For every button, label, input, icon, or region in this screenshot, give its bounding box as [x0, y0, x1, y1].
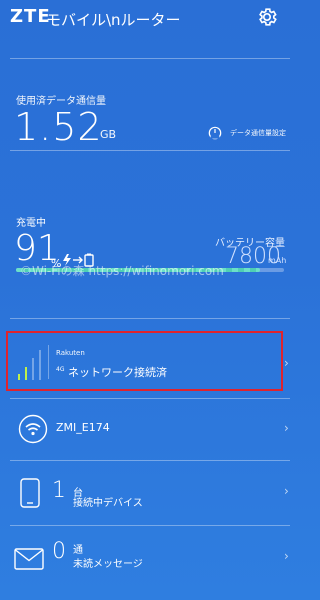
network-divider: [48, 345, 49, 379]
usage-settings-link[interactable]: データ通信量設定: [230, 128, 286, 138]
messages-label: 未読メッセージ: [73, 559, 143, 570]
brand-logo: ZTE: [10, 6, 51, 27]
usage-unit: GB: [100, 128, 117, 141]
message-count: 0: [52, 539, 66, 564]
divider: [10, 398, 290, 399]
wifi-ssid: ZMI_E174: [56, 421, 110, 434]
capacity-unit: mAh: [268, 256, 287, 265]
usage-value: 1.52: [14, 105, 103, 149]
carrier-name: Rakuten: [56, 349, 85, 357]
watermark: ©Wi-Fiの森 https://wifinomori.com: [20, 264, 224, 278]
network-status: ネットワーク接続済: [68, 366, 167, 379]
divider: [10, 150, 290, 151]
divider: [10, 460, 290, 461]
devices-label: 接続中デバイス: [73, 498, 143, 509]
gear-icon[interactable]: [256, 6, 278, 28]
wifi-icon: [18, 414, 48, 444]
divider: [10, 525, 290, 526]
gauge-icon[interactable]: [208, 126, 222, 140]
mail-icon: [14, 548, 44, 570]
phone-icon: [20, 478, 40, 508]
message-unit: 通: [73, 545, 83, 556]
signal-icon: [18, 350, 41, 380]
app-title: モバイル\nルーター: [46, 11, 181, 29]
wifi-row[interactable]: ZMI_E174 ›: [0, 400, 300, 455]
chevron-right-icon[interactable]: ›: [284, 549, 289, 563]
charging-label: 充電中: [16, 218, 46, 229]
app-header: ZTE モバイル\nルーター: [0, 0, 300, 40]
network-type: 4G: [56, 366, 65, 373]
chevron-right-icon[interactable]: ›: [284, 421, 289, 435]
chevron-right-icon[interactable]: ›: [284, 356, 289, 370]
divider: [10, 318, 290, 319]
devices-row[interactable]: 1 台 接続中デバイス ›: [0, 462, 300, 522]
chevron-right-icon[interactable]: ›: [284, 484, 289, 498]
device-count: 1: [52, 478, 66, 503]
divider: [10, 58, 290, 59]
messages-row[interactable]: 0 通 未読メッセージ ›: [0, 527, 300, 587]
